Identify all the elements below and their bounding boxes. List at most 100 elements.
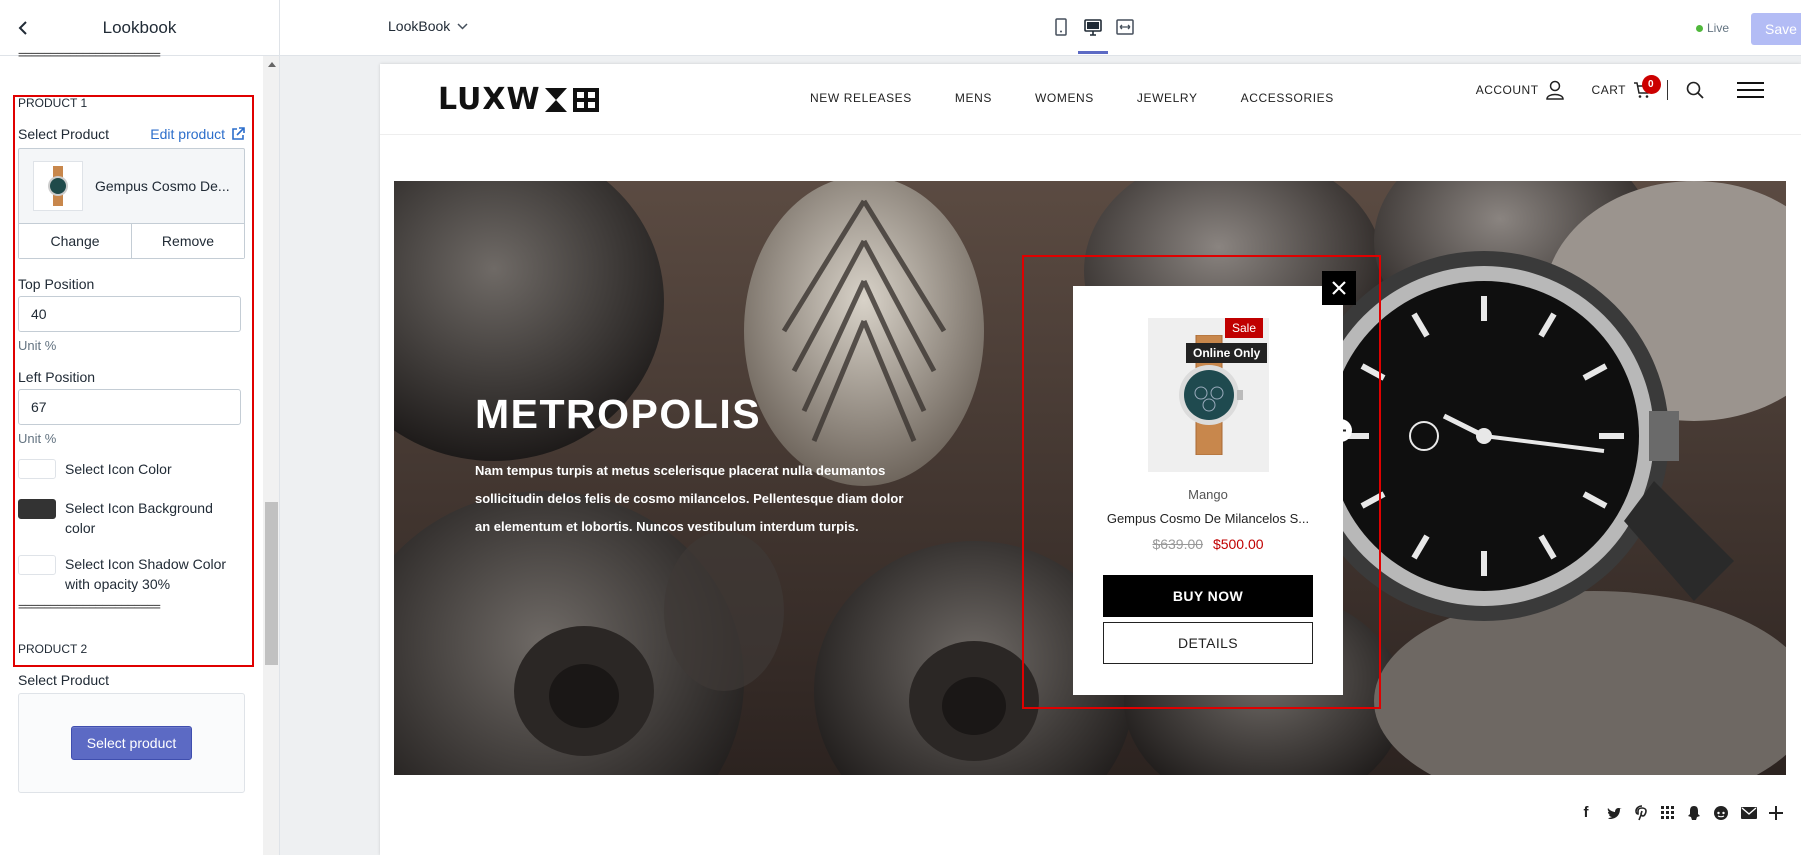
desktop-view-button[interactable] [1078, 16, 1108, 54]
popup-product-image[interactable] [1148, 318, 1269, 472]
hero-description: Nam tempus turpis at metus scelerisque p… [475, 463, 904, 534]
buy-now-button[interactable]: BUY NOW [1103, 575, 1313, 617]
store-logo-text: LUXW [438, 82, 541, 117]
divider-text: ====================== [18, 48, 161, 63]
icon-bg-color-swatch[interactable] [18, 499, 56, 519]
sidebar-scrollbar[interactable] [263, 56, 279, 855]
product-2-heading: PRODUCT 2 [18, 642, 88, 656]
edit-product-label: Edit product [150, 126, 225, 142]
selected-product-name: Gempus Cosmo De... [95, 178, 230, 194]
online-only-badge: Online Only [1186, 343, 1268, 363]
product-thumbnail [33, 161, 83, 211]
desktop-icon [1084, 18, 1102, 36]
sidebar-scroll-area[interactable]: ====================== PRODUCT 1 Select … [0, 48, 263, 855]
icon-color-row: Select Icon Color [18, 459, 245, 479]
pinterest-icon[interactable] [1635, 804, 1649, 821]
save-button[interactable]: Save [1751, 13, 1801, 45]
live-status: Live [1695, 21, 1729, 35]
popup-price: $639.00 $500.00 [1073, 536, 1343, 552]
account-link[interactable]: ACCOUNT [1476, 80, 1564, 100]
watch-icon [48, 166, 68, 206]
fullwidth-icon [1116, 19, 1134, 35]
icon-shadow-color-swatch[interactable] [18, 555, 56, 575]
top-position-unit: Unit % [18, 338, 57, 353]
search-icon[interactable] [1686, 81, 1704, 99]
icon-shadow-color-label: Select Icon Shadow Color with opacity 30… [65, 556, 227, 592]
store-logo[interactable]: LUXW [438, 82, 603, 117]
details-button[interactable]: DETAILS [1103, 622, 1313, 664]
cart-count-badge: 0 [1641, 75, 1661, 94]
icon-color-swatch[interactable] [18, 459, 56, 479]
select-product-label-2: Select Product [18, 672, 110, 688]
product-popup: Sale Online Only Mango Gempus Cosmo De M… [1073, 286, 1343, 695]
mobile-view-button[interactable] [1052, 16, 1070, 38]
icon-color-label: Select Icon Color [65, 461, 172, 477]
chevron-down-icon [457, 22, 468, 30]
settings-sidebar: Lookbook ====================== PRODUCT … [0, 0, 280, 855]
theme-editor: Lookbook ====================== PRODUCT … [0, 0, 1801, 855]
edit-product-link[interactable]: Edit product [150, 126, 245, 142]
select-product-button[interactable]: Select product [70, 726, 193, 760]
left-position-unit: Unit % [18, 431, 57, 446]
icon-bg-color-row: Select Icon Background color [18, 498, 245, 538]
editor-topbar: LookBook Live Save [280, 0, 1801, 56]
live-status-label: Live [1706, 21, 1729, 35]
cart-label: CART [1591, 83, 1626, 97]
cart-link[interactable]: CART 0 [1591, 75, 1661, 99]
mobile-icon [1055, 18, 1067, 36]
snapchat-icon[interactable] [1687, 805, 1701, 821]
nav-item-jewelry[interactable]: JEWELRY [1137, 91, 1198, 105]
account-label: ACCOUNT [1475, 83, 1539, 97]
popup-close-button[interactable] [1322, 271, 1356, 305]
sidebar-title: Lookbook [102, 18, 177, 37]
reddit-icon[interactable] [1713, 805, 1729, 821]
main-navigation: NEW RELEASES MENS WOMENS JEWELRY ACCESSO… [810, 91, 1334, 105]
scrollbar-thumb[interactable] [265, 502, 278, 665]
facebook-icon[interactable]: f [1577, 804, 1595, 821]
grid-share-icon[interactable] [1661, 805, 1675, 820]
logo-mark-icon [544, 87, 599, 112]
store-preview: LUXW NEW RELEASES MENS WOMENS JEWELRY AC… [380, 64, 1801, 855]
popup-vendor: Mango [1188, 487, 1228, 502]
remove-product-button[interactable]: Remove [131, 224, 244, 258]
nav-item-mens[interactable]: MENS [955, 91, 992, 105]
left-position-label: Left Position [18, 369, 96, 385]
hamburger-menu-icon[interactable] [1737, 81, 1764, 99]
more-share-icon[interactable] [1769, 805, 1783, 820]
nav-item-womens[interactable]: WOMENS [1035, 91, 1094, 105]
user-icon [1545, 80, 1564, 100]
change-product-button[interactable]: Change [19, 224, 131, 258]
top-position-input[interactable]: 40 [18, 296, 241, 332]
compare-at-price: $639.00 [1152, 536, 1204, 552]
sale-badge: Sale [1225, 318, 1264, 338]
product-1-heading: PRODUCT 1 [18, 96, 88, 110]
live-dot-icon [1695, 24, 1703, 32]
top-position-label: Top Position [18, 276, 95, 292]
divider-text: ====================== [18, 600, 161, 615]
header-divider [1667, 80, 1668, 100]
fullscreen-view-button[interactable] [1116, 16, 1134, 38]
nav-item-new-releases[interactable]: NEW RELEASES [810, 91, 912, 105]
header-actions: ACCOUNT CART 0 [1476, 75, 1764, 100]
left-position-input[interactable]: 67 [18, 389, 241, 425]
select-product-label: Select Product [18, 126, 110, 142]
scroll-up-arrow-icon[interactable] [268, 62, 276, 67]
share-bar: f [1577, 804, 1783, 821]
selected-product-card: Gempus Cosmo De... Change Remove [18, 148, 245, 259]
icon-bg-color-label: Select Icon Background color [65, 500, 213, 536]
page-selector[interactable]: LookBook [388, 18, 468, 34]
device-switcher [1052, 16, 1134, 54]
hero-title: METROPOLIS [475, 391, 762, 437]
icon-shadow-color-row: Select Icon Shadow Color with opacity 30… [18, 554, 245, 594]
twitter-icon[interactable] [1607, 806, 1623, 820]
email-icon[interactable] [1741, 806, 1757, 819]
lookbook-hero: METROPOLIS Nam tempus turpis at metus sc… [394, 181, 1786, 775]
popup-product-name[interactable]: Gempus Cosmo De Milancelos S... [1103, 511, 1313, 526]
page-selector-label: LookBook [388, 18, 451, 34]
close-icon [1332, 281, 1346, 295]
sale-price: $500.00 [1212, 536, 1264, 552]
external-link-icon [232, 127, 245, 140]
nav-item-accessories[interactable]: ACCESSORIES [1241, 91, 1334, 105]
empty-product-card: Select product [18, 693, 245, 793]
site-header: LUXW NEW RELEASES MENS WOMENS JEWELRY AC… [380, 64, 1801, 135]
